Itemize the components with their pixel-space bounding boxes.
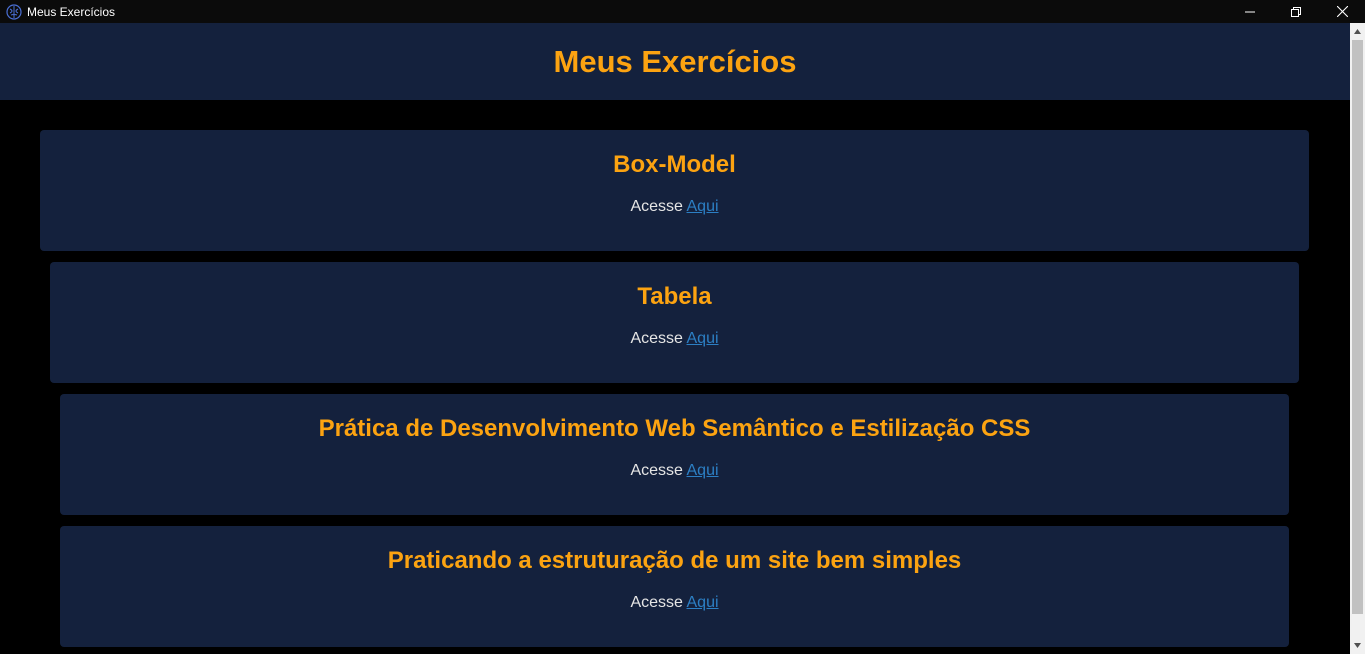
brain-icon	[6, 3, 22, 20]
window-title: Meus Exercícios	[27, 4, 116, 19]
restore-button[interactable]	[1273, 0, 1319, 23]
exercise-access: Acesse Aqui	[40, 197, 1309, 217]
access-link[interactable]: Aqui	[687, 198, 719, 215]
access-label: Acesse	[630, 198, 687, 215]
scroll-up-arrow-icon[interactable]	[1350, 23, 1365, 40]
window-titlebar: Meus Exercícios	[0, 0, 1365, 23]
vertical-scrollbar[interactable]	[1350, 23, 1365, 654]
exercise-title: Tabela	[637, 283, 712, 310]
access-link[interactable]: Aqui	[687, 462, 719, 479]
access-label: Acesse	[630, 330, 687, 347]
page-header: Meus Exercícios	[0, 23, 1350, 100]
exercise-card: Box-Model Acesse Aqui	[40, 130, 1309, 251]
access-link[interactable]: Aqui	[687, 594, 719, 611]
exercise-card: Prática de Desenvolvimento Web Semântico…	[60, 394, 1289, 515]
exercise-title: Box-Model	[613, 151, 736, 178]
minimize-icon	[1245, 11, 1255, 12]
close-icon	[1336, 6, 1348, 17]
exercise-card: Tabela Acesse Aqui	[50, 262, 1299, 383]
scrollbar-thumb[interactable]	[1352, 40, 1363, 614]
exercise-title: Praticando a estruturação de um site bem…	[387, 547, 962, 574]
exercise-access: Acesse Aqui	[60, 593, 1289, 613]
page-title: Meus Exercícios	[553, 44, 797, 79]
access-link[interactable]: Aqui	[687, 330, 719, 347]
access-label: Acesse	[630, 462, 687, 479]
exercise-access: Acesse Aqui	[50, 329, 1299, 349]
exercise-title: Prática de Desenvolvimento Web Semântico…	[318, 415, 1031, 442]
window-controls	[1227, 0, 1365, 23]
exercise-access: Acesse Aqui	[60, 461, 1289, 481]
minimize-button[interactable]	[1227, 0, 1273, 23]
close-button[interactable]	[1319, 0, 1365, 23]
page-viewport: Meus Exercícios Box-Model Acesse Aqui Ta…	[0, 23, 1350, 654]
access-label: Acesse	[630, 594, 687, 611]
restore-icon	[1291, 6, 1301, 17]
exercise-card: Praticando a estruturação de um site bem…	[60, 526, 1289, 647]
scroll-down-arrow-icon[interactable]	[1350, 637, 1365, 654]
